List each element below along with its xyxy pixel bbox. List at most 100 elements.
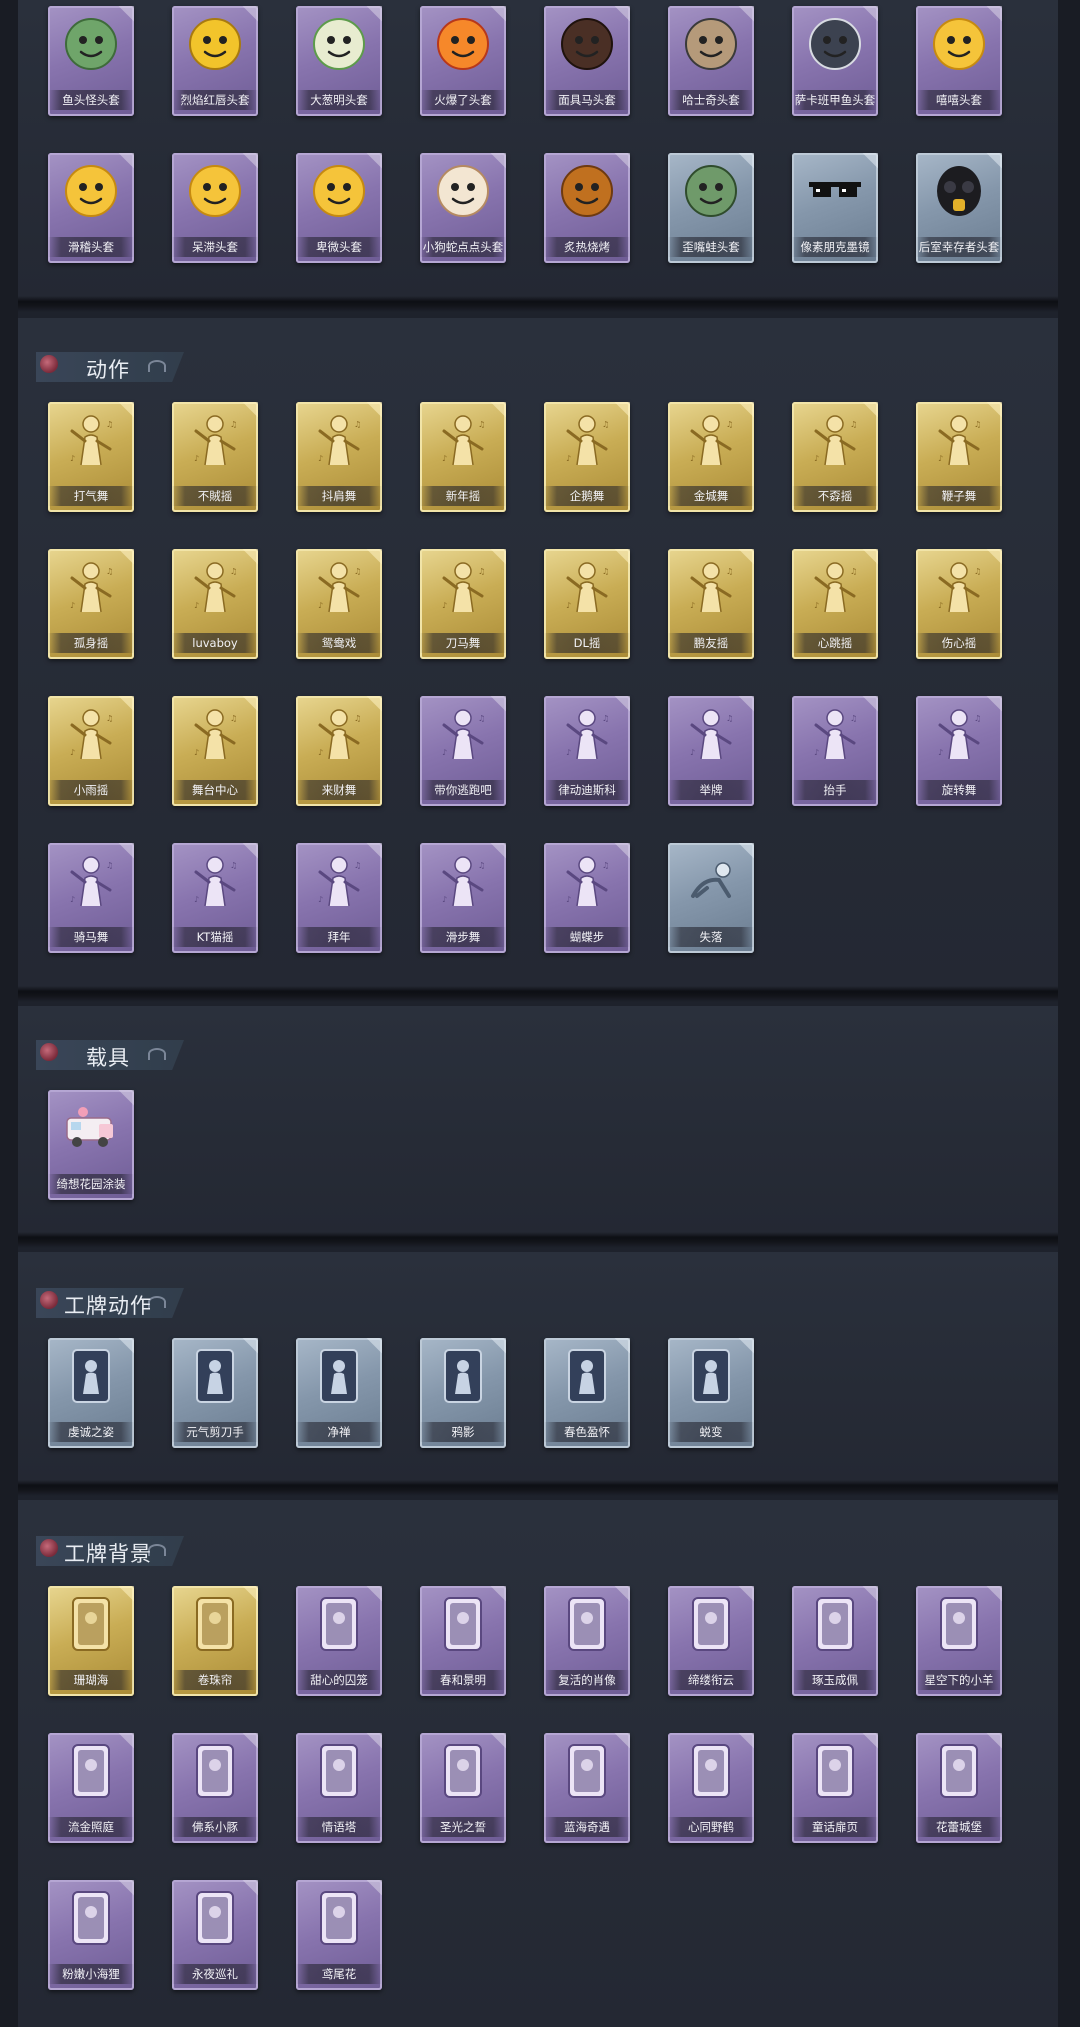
- rose-knot-icon: [40, 1539, 58, 1557]
- inventory-item[interactable]: 面具马头套: [544, 6, 630, 116]
- inventory-item[interactable]: 情语塔: [296, 1733, 382, 1843]
- svg-text:♫: ♫: [478, 420, 485, 429]
- item-label: 绮想花园涂装: [48, 1174, 134, 1194]
- inventory-item[interactable]: 失落: [668, 843, 754, 953]
- inventory-item[interactable]: 歪嘴蛙头套: [668, 153, 754, 263]
- purple-rarity-card: ♪ ♫ 旋转舞: [916, 696, 1002, 806]
- inventory-item[interactable]: ♪ ♫ 心跳摇: [792, 549, 878, 659]
- inventory-item[interactable]: 大葱明头套: [296, 6, 382, 116]
- gold-rarity-card: ♪ ♫ 心跳摇: [792, 549, 878, 659]
- inventory-item[interactable]: 鸢尾花: [296, 1880, 382, 1990]
- dance-pose-icon: ♪ ♫: [928, 409, 990, 471]
- inventory-item[interactable]: 滑稽头套: [48, 153, 134, 263]
- inventory-item[interactable]: 嘻嘻头套: [916, 6, 1002, 116]
- section-banner-actions: 动作: [36, 352, 184, 382]
- badge-background-icon: [680, 1593, 742, 1655]
- inventory-item[interactable]: ♪ ♫ DL摇: [544, 549, 630, 659]
- inventory-item[interactable]: ♪ ♫ 鞭子舞: [916, 402, 1002, 512]
- dance-pose-icon: ♪ ♫: [308, 556, 370, 618]
- inventory-item[interactable]: ♪ ♫ 滑步舞: [420, 843, 506, 953]
- inventory-item[interactable]: ♪ ♫ 不孬摇: [792, 402, 878, 512]
- purple-rarity-card: 萨卡班甲鱼头套: [792, 6, 878, 116]
- inventory-item[interactable]: 复活的肖像: [544, 1586, 630, 1696]
- item-label: 新年摇: [420, 486, 506, 506]
- item-label: 不孬摇: [792, 486, 878, 506]
- svg-text:♪: ♪: [318, 601, 323, 610]
- inventory-item[interactable]: 佛系小豚: [172, 1733, 258, 1843]
- inventory-item[interactable]: 童话扉页: [792, 1733, 878, 1843]
- section-banner-badge-actions: 工牌动作: [36, 1288, 184, 1318]
- inventory-item[interactable]: ♪ ♫ 舞台中心: [172, 696, 258, 806]
- inventory-item[interactable]: 花蕾城堡: [916, 1733, 1002, 1843]
- inventory-item[interactable]: ♪ ♫ 抬手: [792, 696, 878, 806]
- inventory-item[interactable]: 流金照庭: [48, 1733, 134, 1843]
- fish-face-mask-icon: [804, 13, 866, 75]
- inventory-item[interactable]: ♪ ♫ 带你逃跑吧: [420, 696, 506, 806]
- inventory-item[interactable]: 圣光之誓: [420, 1733, 506, 1843]
- inventory-item[interactable]: 春和景明: [420, 1586, 506, 1696]
- inventory-item[interactable]: ♪ ♫ 不賊摇: [172, 402, 258, 512]
- inventory-item[interactable]: 珊瑚海: [48, 1586, 134, 1696]
- inventory-item[interactable]: ♪ ♫ 蝴蝶步: [544, 843, 630, 953]
- inventory-item[interactable]: 卷珠帘: [172, 1586, 258, 1696]
- inventory-item[interactable]: ♪ ♫ 旋转舞: [916, 696, 1002, 806]
- inventory-item[interactable]: ♪ ♫ 鸳鸯戏: [296, 549, 382, 659]
- inventory-item[interactable]: ♪ ♫ 抖肩舞: [296, 402, 382, 512]
- rose-knot-icon: [40, 355, 58, 373]
- inventory-item[interactable]: 净禅: [296, 1338, 382, 1448]
- inventory-item[interactable]: ♪ ♫ luvaboy: [172, 549, 258, 659]
- dance-pose-icon: ♪ ♫: [60, 703, 122, 765]
- inventory-item[interactable]: ♪ ♫ 刀马舞: [420, 549, 506, 659]
- inventory-item[interactable]: 春色盈怀: [544, 1338, 630, 1448]
- inventory-item[interactable]: 元气剪刀手: [172, 1338, 258, 1448]
- inventory-item[interactable]: ♪ ♫ 来财舞: [296, 696, 382, 806]
- inventory-item[interactable]: 星空下的小羊: [916, 1586, 1002, 1696]
- inventory-item[interactable]: ♪ ♫ 小雨摇: [48, 696, 134, 806]
- svg-text:♪: ♪: [442, 601, 447, 610]
- inventory-item[interactable]: 鱼头怪头套: [48, 6, 134, 116]
- inventory-item[interactable]: 哈士奇头套: [668, 6, 754, 116]
- inventory-item[interactable]: 琢玉成佩: [792, 1586, 878, 1696]
- inventory-item[interactable]: ♪ ♫ 企鹅舞: [544, 402, 630, 512]
- inventory-item[interactable]: 粉嫩小海狸: [48, 1880, 134, 1990]
- inventory-item[interactable]: 火爆了头套: [420, 6, 506, 116]
- inventory-item[interactable]: 烈焰红唇头套: [172, 6, 258, 116]
- svg-text:♫: ♫: [230, 567, 237, 576]
- inventory-item[interactable]: ♪ ♫ 律动迪斯科: [544, 696, 630, 806]
- inventory-item[interactable]: ♪ ♫ 孤身摇: [48, 549, 134, 659]
- blue-rarity-card: 春色盈怀: [544, 1338, 630, 1448]
- inventory-item[interactable]: ♪ ♫ KT猫摇: [172, 843, 258, 953]
- item-label: 带你逃跑吧: [420, 780, 506, 800]
- inventory-item[interactable]: 后室幸存者头套: [916, 153, 1002, 263]
- inventory-item[interactable]: 绮想花园涂装: [48, 1090, 134, 1200]
- inventory-item[interactable]: 缔缕衔云: [668, 1586, 754, 1696]
- inventory-item[interactable]: 像素朋克墨镜: [792, 153, 878, 263]
- inventory-item[interactable]: 小狗蛇点点头套: [420, 153, 506, 263]
- inventory-item[interactable]: 呆滞头套: [172, 153, 258, 263]
- inventory-item[interactable]: ♪ ♫ 举牌: [668, 696, 754, 806]
- inventory-item[interactable]: 甜心的囚笼: [296, 1586, 382, 1696]
- inventory-item[interactable]: ♪ ♫ 伤心摇: [916, 549, 1002, 659]
- inventory-item[interactable]: ♪ ♫ 骑马舞: [48, 843, 134, 953]
- inventory-item[interactable]: 蓝海奇遇: [544, 1733, 630, 1843]
- rose-knot-icon: [40, 1043, 58, 1061]
- gold-rarity-card: ♪ ♫ 鸳鸯戏: [296, 549, 382, 659]
- item-label: 孤身摇: [48, 633, 134, 653]
- svg-text:♪: ♪: [318, 748, 323, 757]
- inventory-item[interactable]: 永夜巡礼: [172, 1880, 258, 1990]
- inventory-item[interactable]: ♪ ♫ 鹏友摇: [668, 549, 754, 659]
- purple-rarity-card: 哈士奇头套: [668, 6, 754, 116]
- dance-pose-icon: ♪ ♫: [680, 409, 742, 471]
- inventory-item[interactable]: 蜕变: [668, 1338, 754, 1448]
- inventory-item[interactable]: 炙热烧烤: [544, 153, 630, 263]
- inventory-item[interactable]: ♪ ♫ 打气舞: [48, 402, 134, 512]
- inventory-item[interactable]: 鸦影: [420, 1338, 506, 1448]
- inventory-item[interactable]: ♪ ♫ 金城舞: [668, 402, 754, 512]
- inventory-item[interactable]: ♪ ♫ 拜年: [296, 843, 382, 953]
- item-label: 流金照庭: [48, 1817, 134, 1837]
- inventory-item[interactable]: 卑微头套: [296, 153, 382, 263]
- inventory-item[interactable]: 虔诚之姿: [48, 1338, 134, 1448]
- inventory-item[interactable]: 心同野鹤: [668, 1733, 754, 1843]
- inventory-item[interactable]: ♪ ♫ 新年摇: [420, 402, 506, 512]
- inventory-item[interactable]: 萨卡班甲鱼头套: [792, 6, 878, 116]
